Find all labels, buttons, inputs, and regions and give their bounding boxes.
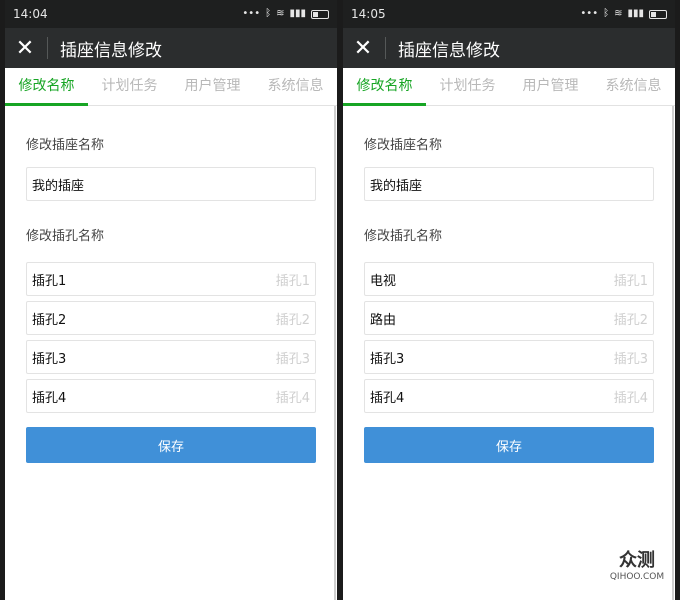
outlet-3-value: 插孔3 [370,351,405,367]
status-icons: ••• ᛒ ≋ ▮▮▮ [580,9,667,19]
tab-schedule[interactable]: 计划任务 [88,68,171,105]
outlet-4-input[interactable]: 插孔4 插孔4 [26,379,316,413]
socket-name-value: 我的插座 [370,178,423,194]
outlet-1-input[interactable]: 插孔1 插孔1 [26,262,316,296]
tab-rename[interactable]: 修改名称 [5,68,88,106]
outlet-1-value: 插孔1 [32,273,67,289]
tab-system-info[interactable]: 系统信息 [254,68,337,105]
status-time: 14:04 [13,7,48,21]
ellipsis-icon: ••• [580,8,599,19]
page-title: 插座信息修改 [60,40,162,61]
page-title: 插座信息修改 [398,40,500,61]
outlet-1-value: 电视 [370,273,397,289]
outlet-3-value: 插孔3 [32,351,67,367]
bluetooth-icon: ᛒ [265,8,272,19]
outlet-2-input[interactable]: 路由 插孔2 [364,301,654,335]
tab-bar: 修改名称 计划任务 用户管理 系统信息 [343,68,675,106]
outlet-1-placeholder: 插孔1 [275,273,310,289]
outlet-names-label: 修改插孔名称 [26,229,105,244]
phone-screen-right: 14:05 ••• ᛒ ≋ ▮▮▮ ✕ 插座信息修改 修改名称 计划任务 用户管… [343,0,675,600]
outlet-3-placeholder: 插孔3 [613,351,648,367]
watermark-brand: 众测 [619,550,655,571]
title-divider [47,37,48,59]
outlet-1-placeholder: 插孔1 [613,273,648,289]
socket-name-value: 我的插座 [32,178,85,194]
socket-name-label: 修改插座名称 [26,138,105,153]
phone-screen-left: 14:04 ••• ᛒ ≋ ▮▮▮ ✕ 插座信息修改 修改名称 计划任务 用户管… [5,0,337,600]
rename-form: 修改插座名称 我的插座 修改插孔名称 插孔1 插孔1 插孔2 插孔2 插孔3 插… [5,106,337,600]
rename-form: 修改插座名称 我的插座 修改插孔名称 电视 插孔1 路由 插孔2 插孔3 插孔3… [343,106,675,600]
outlet-4-placeholder: 插孔4 [613,390,648,406]
outlet-3-input[interactable]: 插孔3 插孔3 [26,340,316,374]
title-bar: ✕ 插座信息修改 [343,28,675,68]
socket-name-input[interactable]: 我的插座 [26,167,316,201]
wifi-icon: ≋ [276,8,285,19]
outlet-4-placeholder: 插孔4 [275,390,310,406]
tab-schedule[interactable]: 计划任务 [426,68,509,105]
save-button[interactable]: 保存 [364,427,654,463]
signal-icon: ▮▮▮ [289,8,306,19]
outlet-3-input[interactable]: 插孔3 插孔3 [364,340,654,374]
outlet-3-placeholder: 插孔3 [275,351,310,367]
tab-users[interactable]: 用户管理 [171,68,254,105]
outlet-2-input[interactable]: 插孔2 插孔2 [26,301,316,335]
outlet-4-input[interactable]: 插孔4 插孔4 [364,379,654,413]
tab-bar: 修改名称 计划任务 用户管理 系统信息 [5,68,337,106]
title-divider [385,37,386,59]
outlet-2-value: 插孔2 [32,312,67,328]
outlet-2-value: 路由 [370,312,397,328]
outlet-2-placeholder: 插孔2 [275,312,310,328]
outlet-4-value: 插孔4 [32,390,67,406]
outlet-4-value: 插孔4 [370,390,405,406]
outlet-2-placeholder: 插孔2 [613,312,648,328]
wifi-icon: ≋ [614,8,623,19]
signal-icon: ▮▮▮ [627,8,644,19]
close-icon[interactable]: ✕ [343,28,383,68]
tab-users[interactable]: 用户管理 [509,68,592,105]
tab-system-info[interactable]: 系统信息 [592,68,675,105]
outlet-names-label: 修改插孔名称 [364,229,443,244]
save-button[interactable]: 保存 [26,427,316,463]
status-bar: 14:04 ••• ᛒ ≋ ▮▮▮ [5,0,337,28]
battery-icon [311,9,329,19]
tab-rename[interactable]: 修改名称 [343,68,426,106]
watermark-logo: 众测 QIHOO.COM [607,534,667,594]
close-icon[interactable]: ✕ [5,28,45,68]
outlet-1-input[interactable]: 电视 插孔1 [364,262,654,296]
status-time: 14:05 [351,7,386,21]
socket-name-label: 修改插座名称 [364,138,443,153]
title-bar: ✕ 插座信息修改 [5,28,337,68]
bluetooth-icon: ᛒ [603,8,610,19]
ellipsis-icon: ••• [242,8,261,19]
socket-name-input[interactable]: 我的插座 [364,167,654,201]
status-bar: 14:05 ••• ᛒ ≋ ▮▮▮ [343,0,675,28]
status-icons: ••• ᛒ ≋ ▮▮▮ [242,9,329,19]
watermark-url: QIHOO.COM [609,572,665,582]
battery-icon [649,9,667,19]
